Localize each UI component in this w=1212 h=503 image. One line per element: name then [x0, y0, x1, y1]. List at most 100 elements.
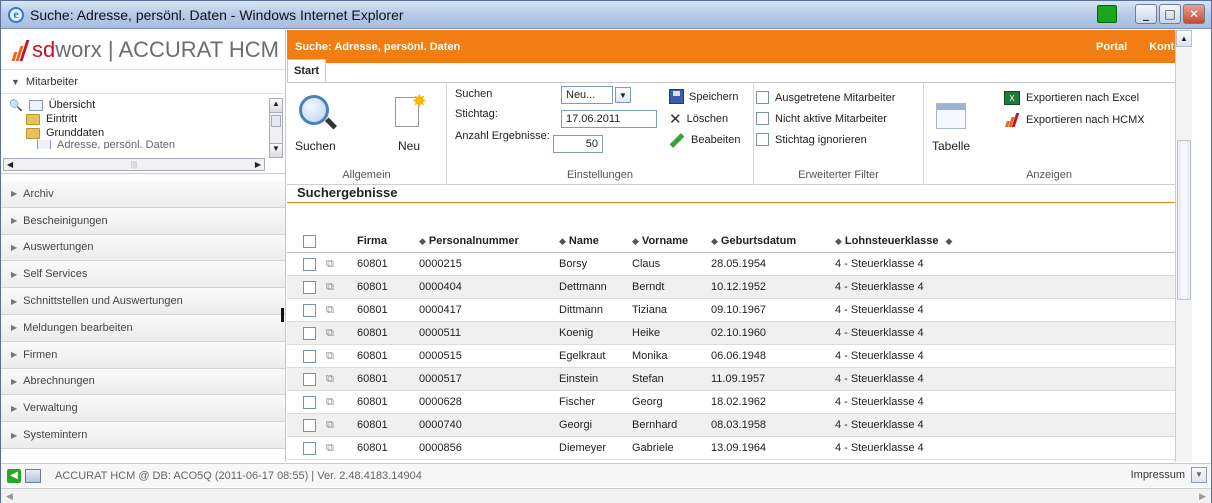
table-row[interactable]: ⧉ 60801 0000215 Borsy Claus 28.05.1954 4 - Ste… — [287, 253, 1177, 276]
nav-item-bescheinigungen[interactable]: ▶ Bescheinigungen — [1, 207, 285, 235]
row-checkbox[interactable] — [303, 303, 316, 317]
table-row[interactable]: ⧉ 60801 0000517 Einstein Stefan 11.09.1957 4 -… — [287, 368, 1177, 391]
row-checkbox[interactable] — [303, 418, 316, 432]
checkbox[interactable] — [756, 133, 769, 146]
neu-button[interactable]: ✸ Neu — [391, 91, 427, 153]
table-row[interactable]: ⧉ 60801 0000511 Koenig Heike 02.10.1960 4 - St… — [287, 322, 1177, 345]
scroll-left-icon[interactable]: ◀ — [6, 491, 13, 502]
column-geburtsdatum[interactable]: ◆ Geburtsdatum — [711, 235, 835, 247]
row-checkbox[interactable] — [303, 326, 316, 340]
mitarbeiter-section-header[interactable]: ▼ Mitarbeiter — [1, 70, 285, 94]
minimize-button[interactable]: _ — [1135, 4, 1157, 24]
table-row[interactable]: ⧉ 60801 0000740 Georgi Bernhard 08.03.1958 4 -… — [287, 414, 1177, 437]
row-checkbox[interactable] — [303, 280, 316, 294]
row-checkbox[interactable] — [303, 441, 316, 455]
table-body: ⧉ 60801 0000215 Borsy Claus 28.05.1954 4 - Ste… — [287, 253, 1177, 460]
table-cell: Heike — [632, 327, 661, 339]
checkbox[interactable] — [756, 91, 769, 104]
back-arrow-icon[interactable]: ◀ — [7, 468, 21, 483]
copy-icon[interactable]: ⧉ — [326, 258, 334, 271]
sort-icon: ◆ — [711, 236, 718, 246]
nav-item-firmen[interactable]: ▶ Firmen — [1, 341, 285, 369]
table-cell: Fischer — [559, 396, 596, 408]
table-row[interactable]: ⧉ 60801 0000417 Dittmann Tiziana 09.10.1967 4 … — [287, 299, 1177, 322]
printer-status-icon[interactable] — [1097, 5, 1117, 23]
table-row[interactable]: ⧉ 60801 0000628 Fischer Georg 18.02.1962 4 - S… — [287, 391, 1177, 414]
row-checkbox[interactable] — [303, 257, 316, 271]
nav-item-verwaltung[interactable]: ▶ Verwaltung — [1, 395, 285, 423]
nav-item-meldungen[interactable]: ▶ Meldungen bearbeiten — [1, 314, 285, 342]
tree-horizontal-scrollbar[interactable]: ◀ ||| ▶ — [3, 158, 265, 171]
close-button[interactable]: ✕ — [1183, 4, 1205, 24]
row-checkbox[interactable] — [303, 372, 316, 386]
scroll-up-icon[interactable]: ▲ — [1176, 30, 1192, 47]
copy-icon[interactable]: ⧉ — [326, 281, 334, 294]
row-checkbox[interactable] — [303, 349, 316, 363]
tree-vertical-scrollbar[interactable]: ▲ ▼ — [269, 98, 283, 158]
suchen-select-value[interactable]: Neu... — [561, 86, 613, 104]
filter-nicht-aktive[interactable]: Nicht aktive Mitarbeiter — [756, 112, 887, 125]
filter-ausgetretene[interactable]: Ausgetretene Mitarbeiter — [756, 91, 895, 104]
expand-arrow-icon: ▶ — [11, 296, 18, 306]
portal-link[interactable]: Portal — [1085, 41, 1138, 53]
scroll-right-icon[interactable]: ▶ — [1199, 491, 1206, 502]
loeschen-button[interactable]: ✕ Löschen — [669, 110, 728, 128]
speichern-button[interactable]: Speichern — [669, 89, 739, 104]
nav-item-archiv[interactable]: ▶ Archiv — [1, 181, 285, 208]
bearbeiten-button[interactable]: Beabeiten — [669, 132, 741, 148]
main-vertical-scrollbar[interactable]: ▲ — [1175, 30, 1192, 462]
copy-icon[interactable]: ⧉ — [326, 304, 334, 317]
expand-arrow-icon: ▶ — [11, 403, 18, 413]
anzahl-input[interactable]: 50 — [553, 135, 603, 153]
scroll-down-icon[interactable]: ▼ — [270, 143, 282, 157]
impressum-link[interactable]: Impressum — [1131, 469, 1185, 481]
tab-start[interactable]: Start — [287, 59, 327, 82]
table-cell: 08.03.1958 — [711, 419, 767, 431]
column-lohnsteuerklasse[interactable]: ◆ Lohnsteuerklasse ◆ — [835, 235, 995, 247]
table-row[interactable]: ⧉ 60801 0000515 Egelkraut Monika 06.06.1948 4 … — [287, 345, 1177, 368]
scroll-thumb[interactable] — [1177, 140, 1191, 300]
column-firma[interactable]: Firma — [357, 235, 419, 247]
nav-item-self-services[interactable]: ▶ Self Services — [1, 261, 285, 289]
copy-icon[interactable]: ⧉ — [326, 396, 334, 409]
scroll-left-icon[interactable]: ◀ — [4, 160, 16, 169]
tree-item-grunddaten[interactable]: Grunddaten — [9, 126, 285, 140]
nav-item-systemintern[interactable]: ▶ Systemintern — [1, 422, 285, 449]
nav-item-schnittstellen[interactable]: ▶ Schnittstellen und Auswertungen — [1, 288, 285, 315]
maximize-button[interactable]: □ — [1159, 4, 1181, 24]
table-row[interactable]: ⧉ 60801 0000856 Diemeyer Gabriele 13.09.1964 4… — [287, 437, 1177, 460]
column-personalnummer[interactable]: ◆ Personalnummer — [419, 235, 559, 247]
ribbon-group-filter: Ausgetretene Mitarbeiter Nicht aktive Mi… — [754, 83, 924, 185]
expand-arrow-icon: ▶ — [11, 350, 18, 360]
column-vorname[interactable]: ◆ Vorname — [632, 235, 711, 247]
tabelle-button[interactable]: Tabelle — [932, 103, 970, 153]
checkbox[interactable] — [756, 112, 769, 125]
copy-icon[interactable]: ⧉ — [326, 350, 334, 363]
nav-item-auswertungen[interactable]: ▶ Auswertungen — [1, 234, 285, 262]
select-all-checkbox[interactable] — [303, 234, 316, 248]
nav-item-abrechnungen[interactable]: ▶ Abrechnungen — [1, 368, 285, 396]
tree-item-eintritt[interactable]: Eintritt — [9, 112, 285, 126]
row-checkbox[interactable] — [303, 395, 316, 409]
filter-stichtag-ignorieren[interactable]: Stichtag ignorieren — [756, 133, 867, 146]
copy-icon[interactable]: ⧉ — [326, 327, 334, 340]
table-row[interactable]: ⧉ 60801 0000404 Dettmann Berndt 10.12.1952 4 -… — [287, 276, 1177, 299]
stichtag-input[interactable]: 17.06.2011 — [561, 110, 657, 128]
scroll-right-icon[interactable]: ▶ — [252, 160, 264, 169]
suchen-button[interactable]: Suchen — [295, 91, 338, 153]
tree-item-adresse[interactable]: Adresse, persönl. Daten — [9, 140, 285, 149]
table-cell: 60801 — [357, 281, 388, 293]
copy-icon[interactable]: ⧉ — [326, 373, 334, 386]
suchen-select[interactable]: Neu... ▼ — [561, 86, 631, 104]
tree-item-uebersicht[interactable]: 🔍 Übersicht — [9, 98, 285, 112]
dropdown-arrow-icon[interactable]: ▼ — [1191, 467, 1207, 483]
export-excel-button[interactable]: X Exportieren nach Excel — [1004, 91, 1139, 105]
printer-icon[interactable] — [25, 468, 41, 483]
scroll-up-icon[interactable]: ▲ — [270, 99, 282, 113]
export-hcmx-button[interactable]: Exportieren nach HCMX — [1004, 113, 1145, 127]
dropdown-arrow-icon[interactable]: ▼ — [615, 87, 631, 103]
bottom-horizontal-scrollbar[interactable]: ◀ ▶ — [1, 488, 1211, 503]
copy-icon[interactable]: ⧉ — [326, 442, 334, 455]
copy-icon[interactable]: ⧉ — [326, 419, 334, 432]
column-name[interactable]: ◆ Name — [559, 235, 632, 247]
